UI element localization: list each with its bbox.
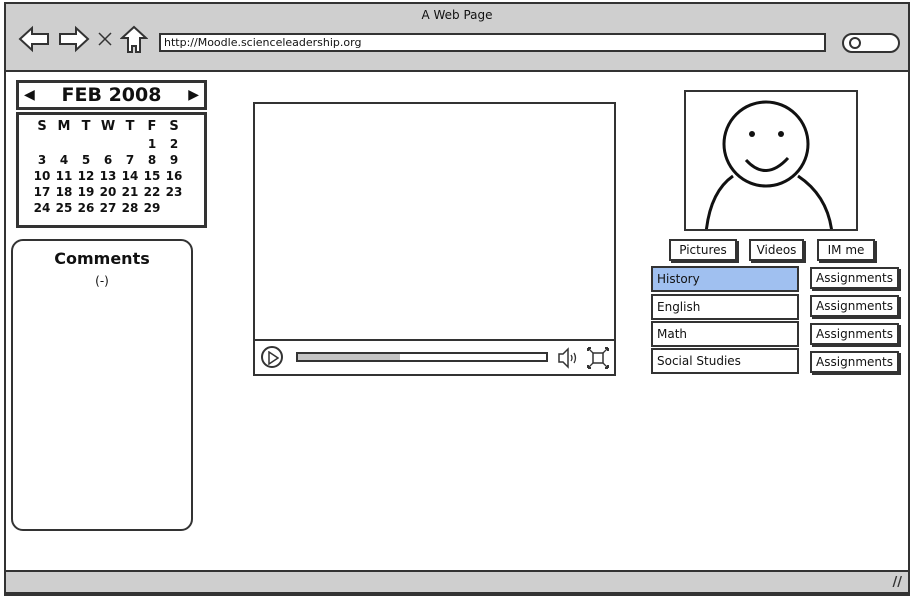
calendar-day[interactable]: 20: [97, 184, 119, 200]
search-field[interactable]: [842, 33, 900, 53]
resize-grip-icon[interactable]: //: [893, 575, 903, 590]
history-assignments-button[interactable]: Assignments: [810, 267, 899, 289]
calendar-empty-cell: [163, 200, 185, 216]
english-assignments-button[interactable]: Assignments: [810, 295, 899, 317]
calendar-day[interactable]: 28: [119, 200, 141, 216]
volume-icon[interactable]: [557, 347, 581, 369]
calendar-month-label: FEB 2008: [61, 84, 162, 106]
im-me-button[interactable]: IM me: [817, 239, 875, 261]
play-icon: [268, 351, 279, 365]
profile-picture: [684, 90, 858, 231]
calendar-day[interactable]: 2: [163, 136, 185, 152]
calendar-day[interactable]: 24: [31, 200, 53, 216]
browser-toolbar: A Web Page http://Moodle.scienceleadersh…: [4, 2, 910, 72]
search-icon: [849, 37, 861, 49]
back-arrow-icon[interactable]: [18, 24, 52, 54]
subject-social-studies[interactable]: Social Studies: [651, 348, 799, 374]
calendar-day[interactable]: 18: [53, 184, 75, 200]
fullscreen-icon[interactable]: [587, 347, 609, 369]
avatar-smiley-icon: [704, 100, 833, 229]
calendar-day[interactable]: 9: [163, 152, 185, 168]
calendar-day[interactable]: 23: [163, 184, 185, 200]
calendar-day[interactable]: 15: [141, 168, 163, 184]
forward-arrow-icon[interactable]: [56, 24, 90, 54]
calendar-day[interactable]: 4: [53, 152, 75, 168]
pictures-button[interactable]: Pictures: [669, 239, 737, 261]
calendar-day[interactable]: 8: [141, 152, 163, 168]
calendar-grid: S M T W T F S 1 2 3 4 5 6 7 8 9 10 11 12 13 14 15 16 17 18 19 20 21…: [16, 112, 207, 228]
calendar-day[interactable]: 27: [97, 200, 119, 216]
weekday-label: W: [100, 119, 116, 134]
url-bar[interactable]: http://Moodle.scienceleadership.org: [159, 33, 826, 52]
calendar-empty-cell: [53, 136, 75, 152]
prev-month-button[interactable]: ◀: [24, 87, 35, 103]
calendar-day[interactable]: 10: [31, 168, 53, 184]
calendar-empty-cell: [75, 136, 97, 152]
calendar-day[interactable]: 5: [75, 152, 97, 168]
calendar-day[interactable]: 13: [97, 168, 119, 184]
calendar-day[interactable]: 1: [141, 136, 163, 152]
calendar-day[interactable]: 16: [163, 168, 185, 184]
weekday-label: T: [81, 119, 91, 134]
window-title: A Web Page: [421, 8, 493, 22]
weekday-label: T: [125, 119, 135, 134]
next-month-button[interactable]: ▶: [188, 87, 199, 103]
calendar-day[interactable]: 25: [53, 200, 75, 216]
comments-panel: Comments (-): [11, 239, 193, 531]
calendar-empty-cell: [97, 136, 119, 152]
comments-title: Comments: [54, 249, 150, 268]
video-progress-bar[interactable]: [296, 352, 548, 362]
play-button[interactable]: [261, 346, 283, 368]
calendar-day[interactable]: 26: [75, 200, 97, 216]
math-assignments-button[interactable]: Assignments: [810, 323, 899, 345]
home-icon[interactable]: [120, 24, 148, 54]
subject-history[interactable]: History: [651, 266, 799, 292]
calendar-day[interactable]: 3: [31, 152, 53, 168]
calendar-day[interactable]: 22: [141, 184, 163, 200]
subject-math[interactable]: Math: [651, 321, 799, 347]
weekday-label: S: [169, 119, 179, 134]
video-player[interactable]: [253, 102, 616, 376]
calendar-day[interactable]: 6: [97, 152, 119, 168]
videos-button[interactable]: Videos: [749, 239, 804, 261]
calendar-empty-cell: [119, 136, 141, 152]
calendar-day[interactable]: 19: [75, 184, 97, 200]
calendar-day[interactable]: 12: [75, 168, 97, 184]
calendar-day[interactable]: 11: [53, 168, 75, 184]
close-x-icon[interactable]: [96, 24, 114, 54]
video-progress-fill: [298, 354, 400, 360]
calendar-header: ◀ FEB 2008 ▶: [16, 80, 207, 110]
video-controls: [255, 339, 614, 374]
calendar-day[interactable]: 7: [119, 152, 141, 168]
calendar-empty-cell: [31, 136, 53, 152]
calendar-day[interactable]: 29: [141, 200, 163, 216]
social-studies-assignments-button[interactable]: Assignments: [810, 351, 899, 373]
weekday-label: F: [147, 119, 157, 134]
status-bar: //: [4, 570, 910, 594]
weekday-label: M: [57, 119, 71, 134]
comments-value: (-): [95, 274, 109, 288]
calendar-day[interactable]: 17: [31, 184, 53, 200]
weekday-label: S: [37, 119, 47, 134]
subject-english[interactable]: English: [651, 294, 799, 320]
calendar-day[interactable]: 14: [119, 168, 141, 184]
calendar-day[interactable]: 21: [119, 184, 141, 200]
